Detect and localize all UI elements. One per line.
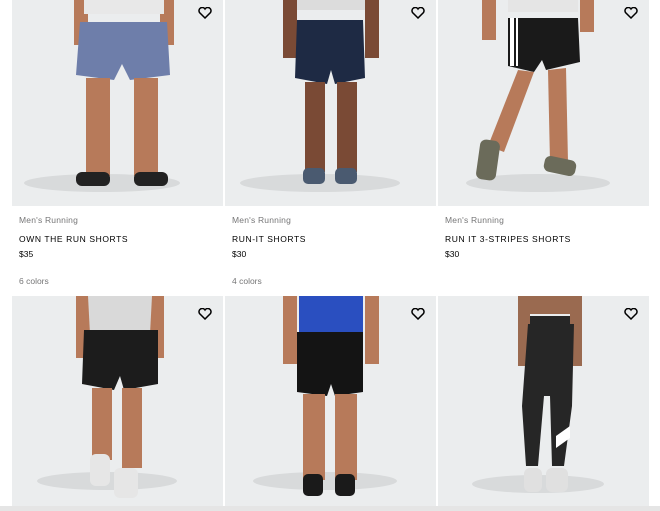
- product-card[interactable]: [225, 296, 436, 511]
- product-price: $35: [19, 249, 34, 259]
- product-image[interactable]: [12, 0, 223, 206]
- wishlist-heart-icon[interactable]: [624, 7, 638, 19]
- product-photo: [472, 296, 604, 493]
- product-image[interactable]: [12, 296, 223, 511]
- product-category: Men's Running: [445, 215, 505, 225]
- product-category: Men's Running: [19, 215, 79, 225]
- product-price: $30: [445, 249, 460, 259]
- product-name[interactable]: RUN-IT SHORTS: [232, 234, 429, 244]
- product-photo: [24, 0, 180, 192]
- product-card[interactable]: [438, 296, 649, 511]
- product-info: Men's Running OWN THE RUN SHORTS $35 6 c…: [12, 215, 223, 286]
- product-category: Men's Running: [232, 215, 292, 225]
- product-card[interactable]: Men's Running RUN-IT SHORTS $30 4 colors: [225, 0, 436, 296]
- product-info: Men's Running RUN IT 3-STRIPES SHORTS $3…: [438, 215, 649, 259]
- product-colors-count: 4 colors: [232, 276, 262, 286]
- product-image[interactable]: [438, 0, 649, 206]
- product-grid-row-2: [12, 296, 649, 511]
- scroll-edge: [0, 506, 660, 511]
- wishlist-heart-icon[interactable]: [411, 7, 425, 19]
- product-price: $30: [232, 249, 247, 259]
- wishlist-heart-icon[interactable]: [198, 308, 212, 320]
- product-image[interactable]: [438, 296, 649, 511]
- product-colors-count: 6 colors: [19, 276, 49, 286]
- product-name[interactable]: OWN THE RUN SHORTS: [19, 234, 216, 244]
- product-photo: [240, 0, 400, 192]
- wishlist-heart-icon[interactable]: [411, 308, 425, 320]
- product-image[interactable]: [225, 0, 436, 206]
- product-name[interactable]: RUN IT 3-STRIPES SHORTS: [445, 234, 642, 244]
- product-image[interactable]: [225, 296, 436, 511]
- product-photo: [37, 296, 177, 498]
- product-card[interactable]: [12, 296, 223, 511]
- product-info: Men's Running RUN-IT SHORTS $30 4 colors: [225, 215, 436, 286]
- wishlist-heart-icon[interactable]: [624, 308, 638, 320]
- wishlist-heart-icon[interactable]: [198, 7, 212, 19]
- product-card[interactable]: Men's Running RUN IT 3-STRIPES SHORTS $3…: [438, 0, 649, 296]
- product-photo: [253, 296, 397, 496]
- product-card[interactable]: Men's Running OWN THE RUN SHORTS $35 6 c…: [12, 0, 223, 296]
- product-photo: [466, 0, 610, 192]
